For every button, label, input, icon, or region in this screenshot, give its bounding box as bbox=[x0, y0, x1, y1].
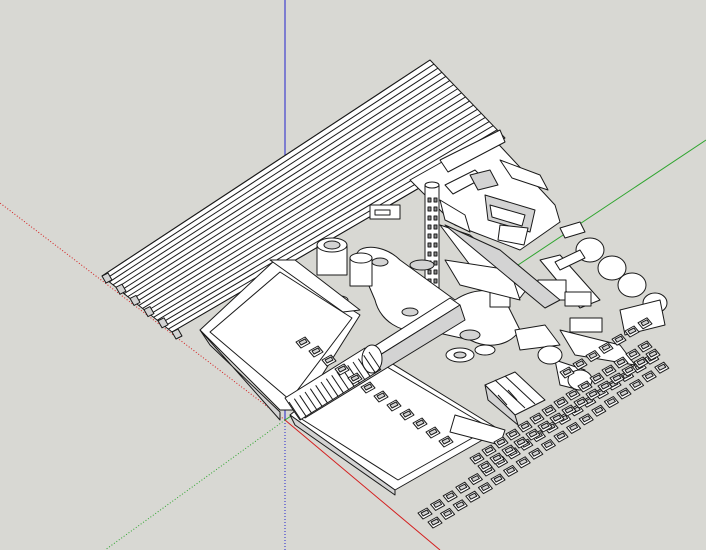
tower-hole bbox=[427, 206, 432, 212]
tower-hole bbox=[427, 224, 432, 230]
tower-hole bbox=[427, 242, 432, 248]
tower-hole bbox=[433, 278, 438, 284]
tower-hole bbox=[427, 251, 432, 257]
tower-hole bbox=[427, 269, 432, 275]
sketchup-viewport[interactable] bbox=[0, 0, 706, 550]
tower-hole bbox=[433, 242, 438, 248]
model-geometry[interactable] bbox=[101, 59, 670, 529]
tower-hole bbox=[433, 251, 438, 257]
tower-hole bbox=[427, 215, 432, 221]
green-axis-negative bbox=[104, 419, 286, 550]
tower-hole bbox=[433, 269, 438, 275]
tower-hole bbox=[433, 215, 438, 221]
tower-hole bbox=[427, 197, 432, 203]
tower-hole bbox=[433, 224, 438, 230]
tower-hole bbox=[433, 197, 438, 203]
tower-hole bbox=[433, 206, 438, 212]
3d-model-scene[interactable] bbox=[0, 0, 706, 550]
tower-hole bbox=[427, 233, 432, 239]
tower-hole bbox=[433, 233, 438, 239]
tower-hole bbox=[433, 260, 438, 266]
